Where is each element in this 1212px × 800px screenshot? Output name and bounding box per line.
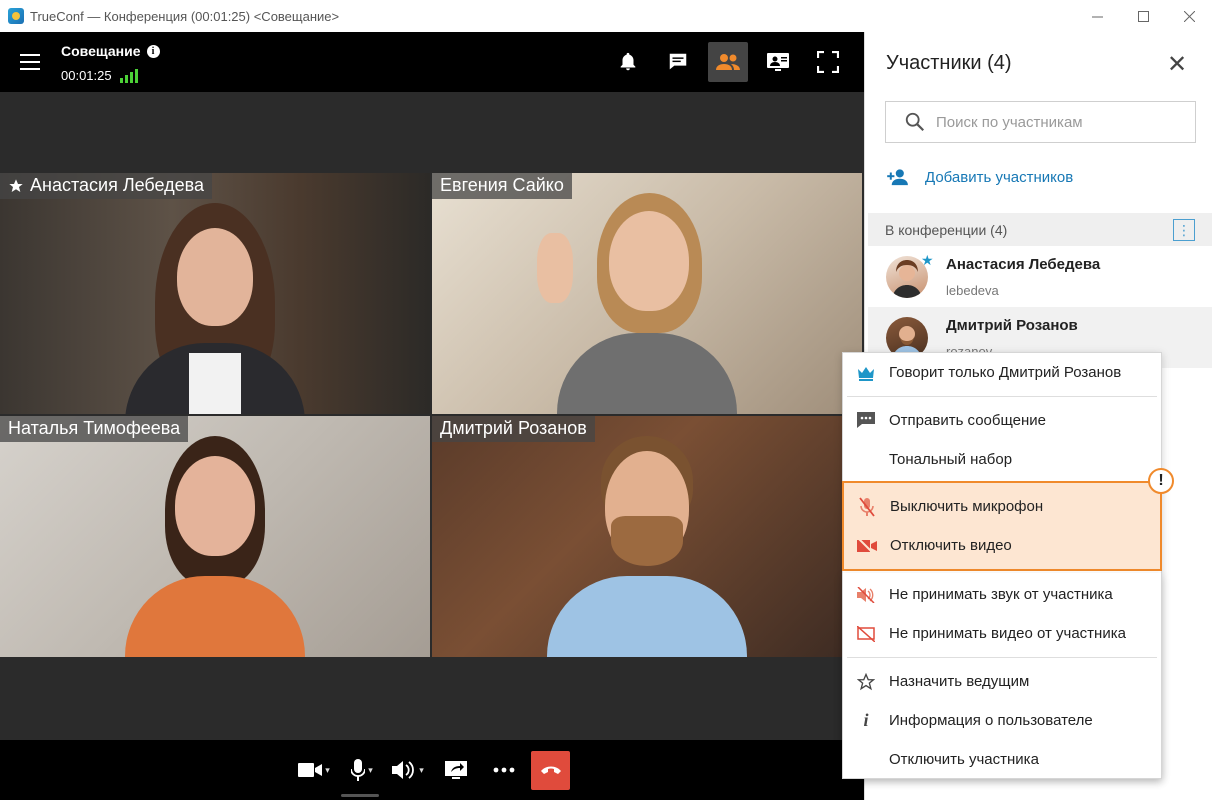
participant-name: Анастасия Лебедева xyxy=(946,256,1101,273)
fullscreen-icon[interactable] xyxy=(808,42,848,82)
hangup-icon xyxy=(540,766,561,774)
participant-video-2 xyxy=(537,193,757,414)
search-box[interactable] xyxy=(885,101,1196,143)
section-label: В конференции (4) xyxy=(885,221,1008,238)
speaker-button[interactable]: ▾ xyxy=(388,756,428,784)
info-icon[interactable]: i xyxy=(146,44,160,58)
tile-name-text: Анастасия Лебедева xyxy=(30,175,205,195)
bell-icon[interactable] xyxy=(608,42,648,82)
close-window-button[interactable] xyxy=(1166,0,1212,32)
video-tile-2[interactable]: Евгения Сайко xyxy=(432,173,862,414)
participants-icon[interactable] xyxy=(708,42,748,82)
add-user-icon xyxy=(887,169,908,186)
menu-item-disconnect[interactable]: Отключить участника xyxy=(843,740,1161,779)
menu-item-dtmf[interactable]: Тональный набор xyxy=(843,440,1161,479)
menu-item-block-audio[interactable]: Не принимать звук от участника xyxy=(843,575,1161,614)
speaker-off-icon xyxy=(843,586,889,603)
conference-timer: 00:01:25 xyxy=(61,68,112,83)
signal-strength-icon xyxy=(119,69,138,83)
menu-item-user-info[interactable]: i Информация о пользователе xyxy=(843,701,1161,740)
conference-title: Совещание i xyxy=(61,43,160,59)
info-icon: i xyxy=(863,710,869,730)
conference-topbar: Совещание i 00:01:25 xyxy=(0,32,864,92)
menu-item-send-message[interactable]: Отправить сообщение xyxy=(843,401,1161,440)
tile-name-text: Дмитрий Розанов xyxy=(440,418,587,438)
chat-icon[interactable] xyxy=(658,42,698,82)
participant-row[interactable]: ★ Анастасия Лебедева lebedeva xyxy=(868,246,1212,307)
highlight-frame: Выключить микрофон Отключить видео xyxy=(842,481,1162,571)
menu-item-speak-only[interactable]: Говорит только Дмитрий Розанов xyxy=(843,353,1161,392)
participant-context-menu-lower: Не принимать звук от участника Не приним… xyxy=(842,573,1162,779)
tile-name-label: Дмитрий Розанов xyxy=(432,416,595,442)
maximize-button[interactable] xyxy=(1120,0,1166,32)
participant-login: lebedeva xyxy=(946,283,999,298)
window-titlebar: TrueConf — Конференция (00:01:25) <Совещ… xyxy=(0,0,1212,32)
participant-video-3 xyxy=(105,436,325,657)
menu-item-mute-mic[interactable]: Выключить микрофон xyxy=(844,487,1162,526)
call-controls-bar: ▾ ▾ ▾ xyxy=(0,740,864,800)
chevron-down-icon[interactable]: ▾ xyxy=(419,765,424,776)
menu-item-disable-video[interactable]: Отключить видео xyxy=(844,526,1162,565)
message-icon xyxy=(843,412,889,429)
tile-name-label: Евгения Сайко xyxy=(432,173,572,199)
panel-title: Участники (4) xyxy=(886,52,1012,74)
moderator-star-icon xyxy=(9,178,23,192)
more-icon xyxy=(493,767,515,773)
participant-video-4 xyxy=(537,436,757,657)
warning-badge: ! xyxy=(1148,468,1174,494)
menu-item-make-moderator[interactable]: Назначить ведущим xyxy=(843,662,1161,701)
video-tile-1[interactable]: Анастасия Лебедева xyxy=(0,173,430,414)
mic-level-indicator xyxy=(341,794,379,797)
participant-name: Дмитрий Розанов xyxy=(946,317,1078,334)
window-controls xyxy=(1074,0,1212,32)
video-off-icon xyxy=(844,537,890,554)
search-icon xyxy=(905,112,925,132)
conference-toolbar xyxy=(608,42,848,82)
camera-icon xyxy=(298,763,323,777)
chevron-down-icon[interactable]: ▾ xyxy=(368,765,373,776)
more-button[interactable] xyxy=(490,756,518,784)
mic-off-icon xyxy=(844,496,890,517)
conference-name: Совещание xyxy=(61,43,141,59)
participant-video-1 xyxy=(115,203,315,414)
screen-share-icon xyxy=(445,761,467,779)
minimize-button[interactable] xyxy=(1074,0,1120,32)
microphone-button[interactable]: ▾ xyxy=(345,756,379,784)
hamburger-menu-icon[interactable] xyxy=(20,54,40,70)
monitor-off-icon xyxy=(843,625,889,642)
video-tile-4[interactable]: Дмитрий Розанов xyxy=(432,416,862,657)
section-header: В конференции (4) ⋮ xyxy=(868,213,1212,246)
tile-name-text: Евгения Сайко xyxy=(440,175,564,195)
close-icon[interactable]: ✕ xyxy=(1167,50,1187,79)
star-icon xyxy=(843,672,889,691)
tile-name-label: Наталья Тимофеева xyxy=(0,416,189,442)
menu-item-block-video[interactable]: Не принимать видео от участника xyxy=(843,614,1161,653)
crown-icon xyxy=(843,365,889,381)
add-participants-label: Добавить участников xyxy=(925,168,1074,186)
chevron-down-icon[interactable]: ▾ xyxy=(325,765,330,776)
search-input[interactable] xyxy=(936,113,1176,131)
hangup-button[interactable] xyxy=(531,751,570,790)
conference-timer-row: 00:01:25 xyxy=(61,68,138,83)
screen-share-button[interactable] xyxy=(442,756,470,784)
tile-name-text: Наталья Тимофеева xyxy=(8,418,181,438)
moderator-star-icon: ★ xyxy=(921,252,934,268)
window-title: TrueConf — Конференция (00:01:25) <Совещ… xyxy=(30,8,340,24)
trueconf-logo-icon xyxy=(8,8,24,24)
tile-name-label: Анастасия Лебедева xyxy=(0,173,213,199)
video-tile-3[interactable]: Наталья Тимофеева xyxy=(0,416,430,657)
kebab-menu-icon[interactable]: ⋮ xyxy=(1173,219,1195,241)
video-area: Совещание i 00:01:25 Анастасия Лебедева … xyxy=(0,32,864,800)
speaker-icon xyxy=(392,761,415,779)
slideshow-icon[interactable] xyxy=(758,42,798,82)
microphone-icon xyxy=(351,759,366,781)
camera-button[interactable]: ▾ xyxy=(294,756,334,784)
add-participants-button[interactable]: Добавить участников xyxy=(887,168,1073,186)
